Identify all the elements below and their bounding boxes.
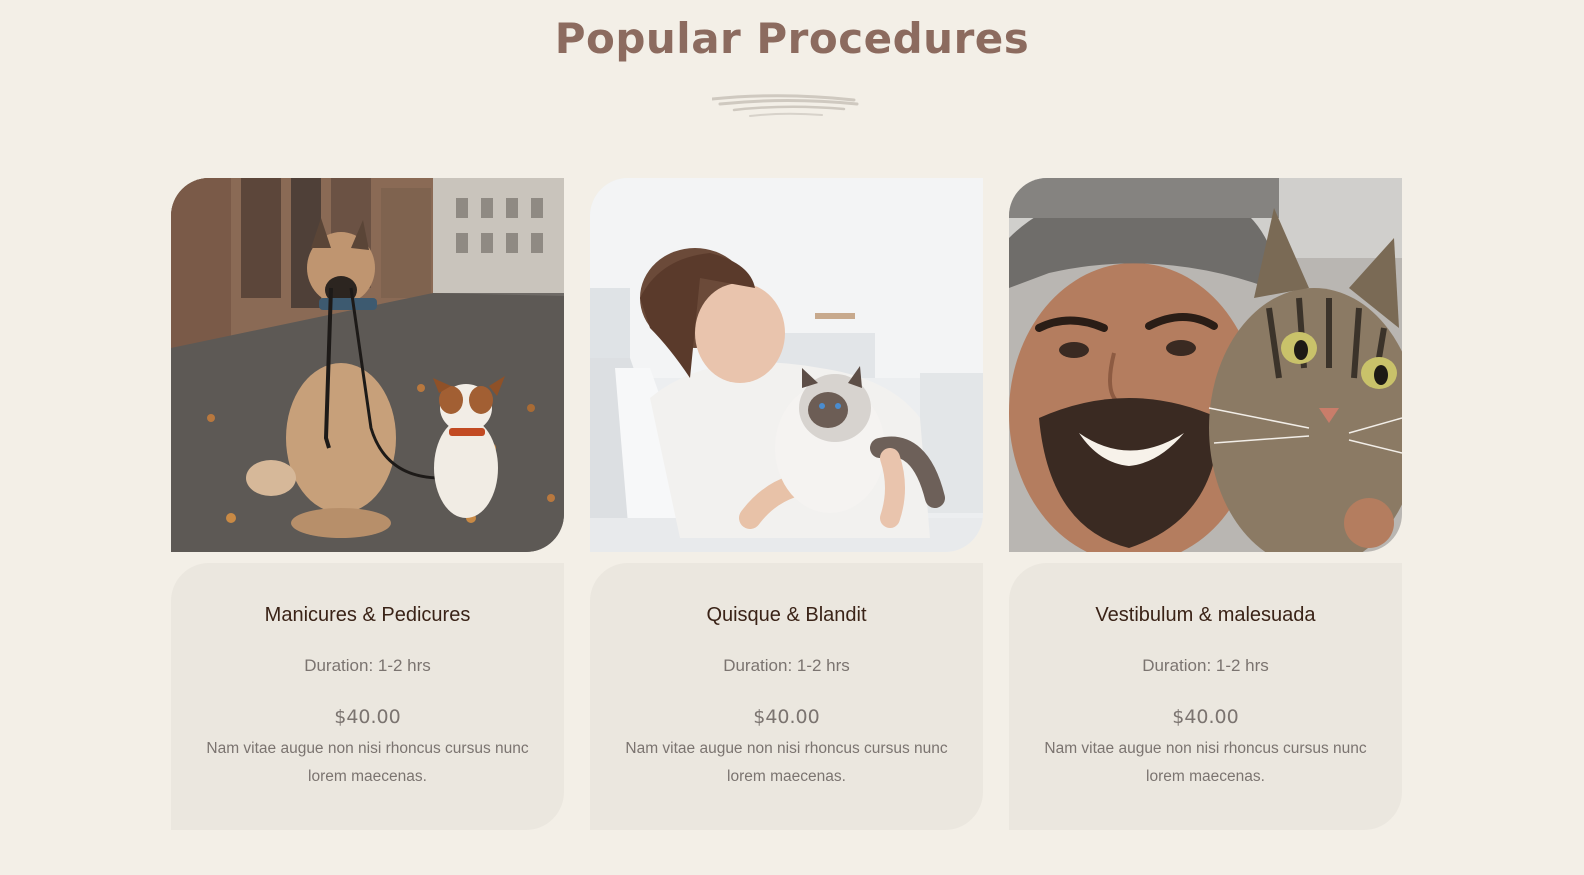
section-title: Popular Procedures: [554, 14, 1030, 63]
procedure-description: Nam vitae augue non nisi rhoncus cursus …: [625, 740, 948, 785]
procedure-duration: Duration: 1-2 hrs: [304, 656, 431, 675]
procedure-description: Nam vitae augue non nisi rhoncus cursus …: [1044, 740, 1367, 785]
procedure-duration: Duration: 1-2 hrs: [723, 656, 850, 675]
woman-with-cat-photo[interactable]: [590, 178, 983, 552]
procedure-name[interactable]: Quisque & Blandit: [590, 604, 983, 627]
procedure-card-manicures[interactable]: Manicures & Pedicures Duration: 1-2 hrs …: [171, 178, 564, 830]
procedure-card-quisque[interactable]: Quisque & Blandit Duration: 1-2 hrs $40.…: [590, 178, 983, 830]
brush-stroke-underline-icon: [712, 94, 859, 117]
procedure-name[interactable]: Vestibulum & malesuada: [1009, 604, 1402, 627]
man-cat-photo-icon: [1009, 178, 1402, 552]
procedure-description: Nam vitae augue non nisi rhoncus cursus …: [206, 740, 529, 785]
procedure-name[interactable]: Manicures & Pedicures: [171, 604, 564, 627]
woman-cat-photo-icon: [590, 178, 983, 552]
dogs-on-leash-photo[interactable]: [171, 178, 564, 552]
procedures-list: Manicures & Pedicures Duration: 1-2 hrs …: [171, 178, 1413, 830]
dogs-photo-icon: [171, 178, 564, 552]
procedure-card-body: Quisque & Blandit Duration: 1-2 hrs $40.…: [590, 563, 983, 830]
procedure-duration: Duration: 1-2 hrs: [1142, 656, 1269, 675]
procedure-card-vestibulum[interactable]: Vestibulum & malesuada Duration: 1-2 hrs…: [1009, 178, 1402, 830]
procedure-price: $40.00: [1172, 706, 1239, 728]
procedure-card-body: Vestibulum & malesuada Duration: 1-2 hrs…: [1009, 563, 1402, 830]
procedure-price: $40.00: [753, 706, 820, 728]
procedure-price: $40.00: [334, 706, 401, 728]
man-with-tabby-cat-photo[interactable]: [1009, 178, 1402, 552]
procedure-card-body: Manicures & Pedicures Duration: 1-2 hrs …: [171, 563, 564, 830]
